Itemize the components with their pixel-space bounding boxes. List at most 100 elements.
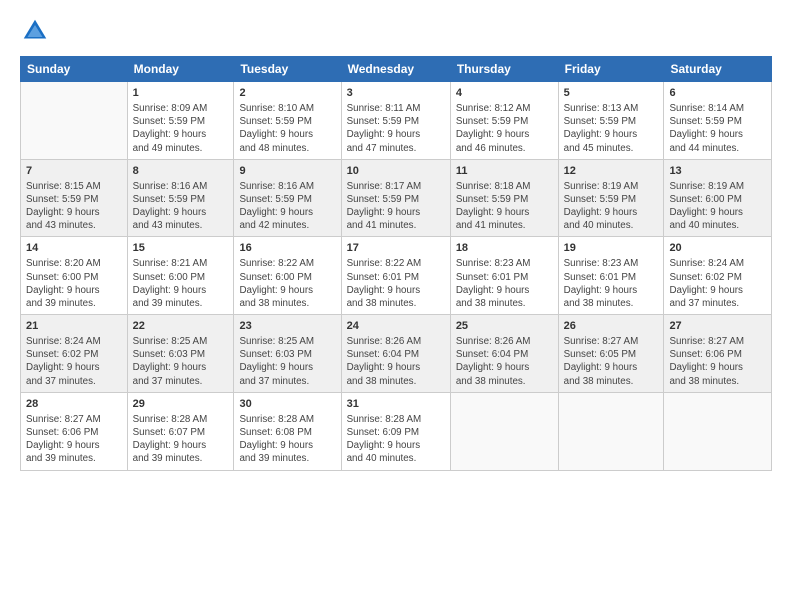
header-day: Sunday [21,57,128,82]
day-info: Sunrise: 8:27 AM Sunset: 6:06 PM Dayligh… [669,335,766,388]
week-row: 21Sunrise: 8:24 AM Sunset: 6:02 PM Dayli… [21,315,772,393]
day-info: Sunrise: 8:13 AM Sunset: 5:59 PM Dayligh… [564,102,659,155]
day-info: Sunrise: 8:25 AM Sunset: 6:03 PM Dayligh… [239,335,335,388]
day-info: Sunrise: 8:18 AM Sunset: 5:59 PM Dayligh… [456,180,553,233]
calendar-cell: 23Sunrise: 8:25 AM Sunset: 6:03 PM Dayli… [234,315,341,393]
header-day: Saturday [664,57,772,82]
calendar-cell: 9Sunrise: 8:16 AM Sunset: 5:59 PM Daylig… [234,159,341,237]
calendar-cell: 2Sunrise: 8:10 AM Sunset: 5:59 PM Daylig… [234,82,341,160]
calendar-cell: 4Sunrise: 8:12 AM Sunset: 5:59 PM Daylig… [450,82,558,160]
calendar-cell [664,392,772,470]
header [20,16,772,46]
day-info: Sunrise: 8:24 AM Sunset: 6:02 PM Dayligh… [669,257,766,310]
day-info: Sunrise: 8:16 AM Sunset: 5:59 PM Dayligh… [133,180,229,233]
day-number: 7 [26,164,122,179]
calendar-cell: 3Sunrise: 8:11 AM Sunset: 5:59 PM Daylig… [341,82,450,160]
calendar-cell: 15Sunrise: 8:21 AM Sunset: 6:00 PM Dayli… [127,237,234,315]
day-info: Sunrise: 8:09 AM Sunset: 5:59 PM Dayligh… [133,102,229,155]
calendar-cell: 13Sunrise: 8:19 AM Sunset: 6:00 PM Dayli… [664,159,772,237]
day-number: 5 [564,86,659,101]
week-row: 14Sunrise: 8:20 AM Sunset: 6:00 PM Dayli… [21,237,772,315]
day-info: Sunrise: 8:11 AM Sunset: 5:59 PM Dayligh… [347,102,445,155]
day-number: 16 [239,241,335,256]
day-info: Sunrise: 8:22 AM Sunset: 6:00 PM Dayligh… [239,257,335,310]
calendar-cell: 8Sunrise: 8:16 AM Sunset: 5:59 PM Daylig… [127,159,234,237]
header-day: Thursday [450,57,558,82]
day-number: 6 [669,86,766,101]
day-info: Sunrise: 8:17 AM Sunset: 5:59 PM Dayligh… [347,180,445,233]
day-number: 28 [26,397,122,412]
calendar-cell: 25Sunrise: 8:26 AM Sunset: 6:04 PM Dayli… [450,315,558,393]
day-number: 15 [133,241,229,256]
day-number: 13 [669,164,766,179]
day-number: 23 [239,319,335,334]
day-info: Sunrise: 8:27 AM Sunset: 6:05 PM Dayligh… [564,335,659,388]
calendar-cell [558,392,664,470]
week-row: 7Sunrise: 8:15 AM Sunset: 5:59 PM Daylig… [21,159,772,237]
calendar-cell: 28Sunrise: 8:27 AM Sunset: 6:06 PM Dayli… [21,392,128,470]
day-number: 27 [669,319,766,334]
calendar-cell: 14Sunrise: 8:20 AM Sunset: 6:00 PM Dayli… [21,237,128,315]
calendar-cell: 24Sunrise: 8:26 AM Sunset: 6:04 PM Dayli… [341,315,450,393]
calendar-cell: 29Sunrise: 8:28 AM Sunset: 6:07 PM Dayli… [127,392,234,470]
day-info: Sunrise: 8:23 AM Sunset: 6:01 PM Dayligh… [456,257,553,310]
week-row: 1Sunrise: 8:09 AM Sunset: 5:59 PM Daylig… [21,82,772,160]
day-info: Sunrise: 8:25 AM Sunset: 6:03 PM Dayligh… [133,335,229,388]
week-row: 28Sunrise: 8:27 AM Sunset: 6:06 PM Dayli… [21,392,772,470]
day-info: Sunrise: 8:14 AM Sunset: 5:59 PM Dayligh… [669,102,766,155]
day-number: 25 [456,319,553,334]
calendar-cell: 6Sunrise: 8:14 AM Sunset: 5:59 PM Daylig… [664,82,772,160]
day-number: 22 [133,319,229,334]
calendar-cell: 5Sunrise: 8:13 AM Sunset: 5:59 PM Daylig… [558,82,664,160]
calendar-cell [450,392,558,470]
day-number: 21 [26,319,122,334]
day-number: 19 [564,241,659,256]
calendar-cell: 18Sunrise: 8:23 AM Sunset: 6:01 PM Dayli… [450,237,558,315]
day-info: Sunrise: 8:20 AM Sunset: 6:00 PM Dayligh… [26,257,122,310]
day-info: Sunrise: 8:27 AM Sunset: 6:06 PM Dayligh… [26,413,122,466]
calendar-cell: 11Sunrise: 8:18 AM Sunset: 5:59 PM Dayli… [450,159,558,237]
calendar-cell: 7Sunrise: 8:15 AM Sunset: 5:59 PM Daylig… [21,159,128,237]
day-number: 1 [133,86,229,101]
day-number: 18 [456,241,553,256]
day-number: 24 [347,319,445,334]
day-info: Sunrise: 8:26 AM Sunset: 6:04 PM Dayligh… [347,335,445,388]
day-info: Sunrise: 8:21 AM Sunset: 6:00 PM Dayligh… [133,257,229,310]
calendar-cell: 20Sunrise: 8:24 AM Sunset: 6:02 PM Dayli… [664,237,772,315]
day-info: Sunrise: 8:12 AM Sunset: 5:59 PM Dayligh… [456,102,553,155]
day-number: 11 [456,164,553,179]
day-info: Sunrise: 8:16 AM Sunset: 5:59 PM Dayligh… [239,180,335,233]
day-info: Sunrise: 8:28 AM Sunset: 6:07 PM Dayligh… [133,413,229,466]
day-info: Sunrise: 8:22 AM Sunset: 6:01 PM Dayligh… [347,257,445,310]
day-number: 12 [564,164,659,179]
day-info: Sunrise: 8:28 AM Sunset: 6:09 PM Dayligh… [347,413,445,466]
header-day: Wednesday [341,57,450,82]
header-day: Friday [558,57,664,82]
day-number: 26 [564,319,659,334]
day-number: 20 [669,241,766,256]
day-info: Sunrise: 8:19 AM Sunset: 6:00 PM Dayligh… [669,180,766,233]
day-number: 29 [133,397,229,412]
day-info: Sunrise: 8:23 AM Sunset: 6:01 PM Dayligh… [564,257,659,310]
day-info: Sunrise: 8:10 AM Sunset: 5:59 PM Dayligh… [239,102,335,155]
calendar: SundayMondayTuesdayWednesdayThursdayFrid… [20,56,772,471]
day-number: 31 [347,397,445,412]
day-number: 30 [239,397,335,412]
day-number: 17 [347,241,445,256]
calendar-cell: 17Sunrise: 8:22 AM Sunset: 6:01 PM Dayli… [341,237,450,315]
calendar-cell: 12Sunrise: 8:19 AM Sunset: 5:59 PM Dayli… [558,159,664,237]
calendar-cell: 10Sunrise: 8:17 AM Sunset: 5:59 PM Dayli… [341,159,450,237]
day-info: Sunrise: 8:19 AM Sunset: 5:59 PM Dayligh… [564,180,659,233]
calendar-cell: 16Sunrise: 8:22 AM Sunset: 6:00 PM Dayli… [234,237,341,315]
day-number: 8 [133,164,229,179]
day-number: 14 [26,241,122,256]
logo-icon [20,16,50,46]
calendar-cell: 27Sunrise: 8:27 AM Sunset: 6:06 PM Dayli… [664,315,772,393]
day-number: 4 [456,86,553,101]
day-info: Sunrise: 8:26 AM Sunset: 6:04 PM Dayligh… [456,335,553,388]
calendar-cell: 22Sunrise: 8:25 AM Sunset: 6:03 PM Dayli… [127,315,234,393]
header-row: SundayMondayTuesdayWednesdayThursdayFrid… [21,57,772,82]
calendar-cell: 31Sunrise: 8:28 AM Sunset: 6:09 PM Dayli… [341,392,450,470]
calendar-cell [21,82,128,160]
header-day: Monday [127,57,234,82]
